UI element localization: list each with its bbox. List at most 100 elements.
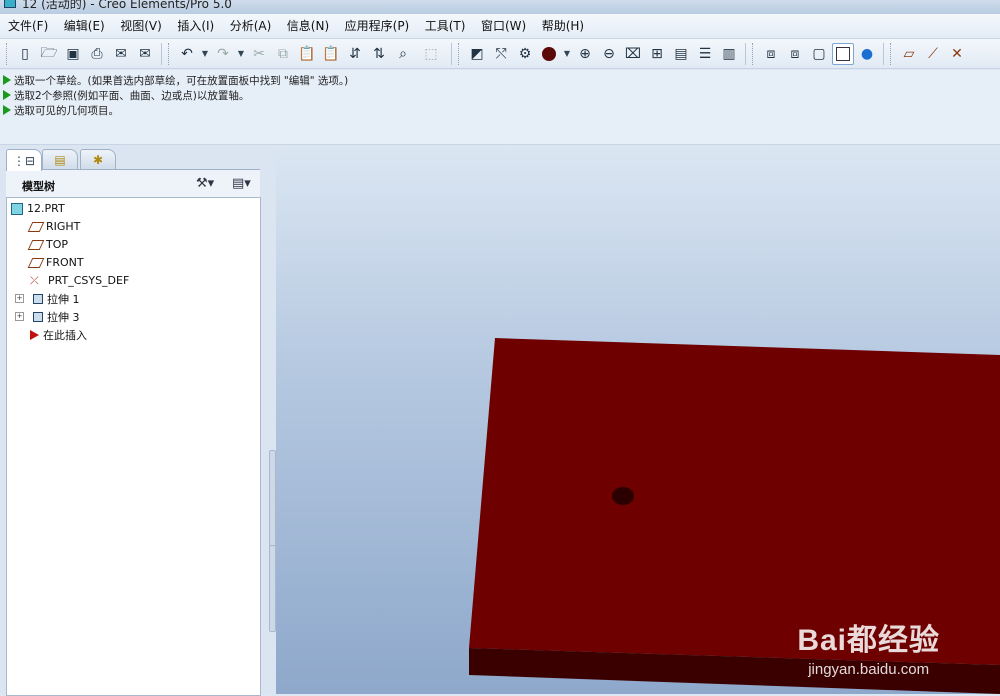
hidden-line-icon[interactable]: ⧈ xyxy=(784,43,806,65)
menu-file[interactable]: 文件(F) xyxy=(2,14,54,38)
arrow-right-icon xyxy=(3,75,11,85)
appearance-dropdown-icon[interactable]: ▼ xyxy=(562,43,572,65)
refit-icon[interactable]: ⌧ xyxy=(622,43,644,65)
tree-node[interactable]: 在此插入 xyxy=(15,326,87,343)
splitter-handle[interactable] xyxy=(269,545,276,632)
view-manager-icon[interactable]: ⊞ xyxy=(646,43,668,65)
print-icon[interactable]: ⎙ xyxy=(86,43,108,65)
appearance-icon[interactable] xyxy=(538,43,560,65)
regenerate-icon[interactable]: ⇵ xyxy=(344,43,366,65)
coordinate-system-icon: ⤫ xyxy=(30,273,39,287)
annotation-icon[interactable]: ▥ xyxy=(718,43,740,65)
enhanced-realism-icon[interactable]: ● xyxy=(856,43,878,65)
model-tree-tab[interactable]: ⋮⊟ xyxy=(6,149,42,171)
insert-here-icon xyxy=(30,329,39,340)
regenerate-manager-icon[interactable]: ⇅ xyxy=(368,43,390,65)
toolbar-separator xyxy=(883,42,884,65)
point-display-icon[interactable]: ✕ xyxy=(946,43,968,65)
datum-plane-icon xyxy=(27,257,45,268)
spin-center-icon[interactable]: ⤲ xyxy=(490,43,512,65)
axis-display-icon[interactable]: ⟋ xyxy=(922,43,944,65)
toolbar-grip[interactable] xyxy=(752,42,756,65)
menu-edit[interactable]: 编辑(E) xyxy=(58,14,111,38)
copy-icon[interactable]: ⧉ xyxy=(272,43,294,65)
wireframe-icon[interactable]: ⧈ xyxy=(760,43,782,65)
window-title: 12 (活动的) - Creo Elements/Pro 5.0 xyxy=(22,0,232,11)
folder-browser-tab[interactable]: ▤ xyxy=(42,149,78,170)
title-bar: 12 (活动的) - Creo Elements/Pro 5.0 xyxy=(0,0,1000,14)
plane-display-icon[interactable]: ▱ xyxy=(898,43,920,65)
favorites-icon: ✱ xyxy=(92,153,104,167)
model-tree-icon: ⋮⊟ xyxy=(12,153,36,168)
email-icon[interactable]: ✉ xyxy=(110,43,132,65)
zoom-out-icon[interactable]: ⊖ xyxy=(598,43,620,65)
toolbar-grip[interactable] xyxy=(890,42,894,65)
tree-node-label: FRONT xyxy=(46,256,84,269)
menu-applications[interactable]: 应用程序(P) xyxy=(339,14,416,38)
undo-icon[interactable]: ↶ xyxy=(176,43,198,65)
part-icon xyxy=(11,202,23,215)
redo-icon[interactable]: ↷ xyxy=(212,43,234,65)
no-hidden-icon[interactable]: ▢ xyxy=(808,43,830,65)
paste-icon[interactable]: 📋 xyxy=(296,43,318,65)
selection-filter-icon[interactable]: ⬚ xyxy=(416,43,446,65)
show-menu-icon[interactable]: ▤▾ xyxy=(232,176,251,191)
email-link-icon[interactable]: ✉ xyxy=(134,43,156,65)
tree-node-label: PRT_CSYS_DEF xyxy=(48,274,130,287)
tree-node[interactable]: FRONT xyxy=(15,254,84,271)
toolbar-grip[interactable] xyxy=(458,42,462,65)
save-icon[interactable]: ▣ xyxy=(62,43,84,65)
datum-plane-icon xyxy=(27,221,45,232)
zoom-in-icon[interactable]: ⊕ xyxy=(574,43,596,65)
expand-icon[interactable]: + xyxy=(15,294,24,303)
repaint-icon[interactable]: ◩ xyxy=(466,43,488,65)
open-folder-icon[interactable]: 🗁 xyxy=(38,43,60,65)
model-tree-header: 模型树 ⚒▾ ▤▾ xyxy=(6,169,260,198)
settings-icon[interactable]: ⚒▾ xyxy=(196,176,214,191)
layers-icon[interactable]: ☰ xyxy=(694,43,716,65)
app-icon xyxy=(4,0,16,8)
shading-icon[interactable] xyxy=(832,42,854,65)
undo-dropdown-icon[interactable]: ▼ xyxy=(200,43,210,65)
tree-node[interactable]: + 拉伸 3 xyxy=(15,308,80,325)
tree-node-label: 拉伸 3 xyxy=(47,310,80,324)
saved-views-icon[interactable]: ▤ xyxy=(670,43,692,65)
menu-bar: 文件(F) 编辑(E) 视图(V) 插入(I) 分析(A) 信息(N) 应用程序… xyxy=(0,14,1000,39)
expand-icon[interactable]: + xyxy=(15,312,24,321)
toolbar-separator xyxy=(161,42,162,65)
menu-tools[interactable]: 工具(T) xyxy=(419,14,472,38)
menu-analysis[interactable]: 分析(A) xyxy=(224,14,278,38)
splitter-handle[interactable] xyxy=(269,450,276,547)
menu-info[interactable]: 信息(N) xyxy=(281,14,335,38)
toolbar-grip[interactable] xyxy=(168,42,172,65)
toolbar-grip[interactable] xyxy=(6,42,10,65)
orient-icon[interactable]: ⚙ xyxy=(514,43,536,65)
arrow-right-icon xyxy=(3,90,11,100)
graphics-window[interactable]: Bai都经验 jingyan.baidu.com xyxy=(276,145,1000,694)
tree-node[interactable]: + 拉伸 1 xyxy=(15,290,80,307)
tree-node-label: 拉伸 1 xyxy=(47,292,80,306)
toolbar-separator xyxy=(451,42,452,65)
model-canvas[interactable] xyxy=(276,145,1000,694)
hole-feature[interactable] xyxy=(612,487,634,505)
menu-insert[interactable]: 插入(I) xyxy=(171,14,220,38)
toolbar-separator xyxy=(745,42,746,65)
paste-special-icon[interactable]: 📋 xyxy=(320,43,342,65)
menu-help[interactable]: 帮助(H) xyxy=(536,14,590,38)
redo-dropdown-icon[interactable]: ▼ xyxy=(236,43,246,65)
tree-node[interactable]: RIGHT xyxy=(15,218,80,235)
new-file-icon[interactable]: ▯ xyxy=(14,43,36,65)
menu-view[interactable]: 视图(V) xyxy=(114,14,168,38)
cut-icon[interactable]: ✂ xyxy=(248,43,270,65)
tree-node[interactable]: 12.PRT xyxy=(11,200,65,217)
menu-window[interactable]: 窗口(W) xyxy=(475,14,532,38)
extrude-icon xyxy=(33,293,43,304)
extrude-icon xyxy=(33,311,43,322)
main-toolbar: ▯ 🗁 ▣ ⎙ ✉ ✉ ↶ ▼ ↷ ▼ ✂ ⧉ 📋 📋 ⇵ ⇅ ⌕ ⬚ ◩ ⤲ … xyxy=(0,39,1000,69)
tree-node[interactable]: ⤫ PRT_CSYS_DEF xyxy=(15,272,129,289)
tree-node[interactable]: TOP xyxy=(15,236,68,253)
message-text: 选取2个参照(例如平面、曲面、边或点)以放置轴。 xyxy=(14,90,250,102)
panel-splitter[interactable] xyxy=(268,145,276,694)
favorites-tab[interactable]: ✱ xyxy=(80,149,116,170)
find-icon[interactable]: ⌕ xyxy=(392,43,414,65)
